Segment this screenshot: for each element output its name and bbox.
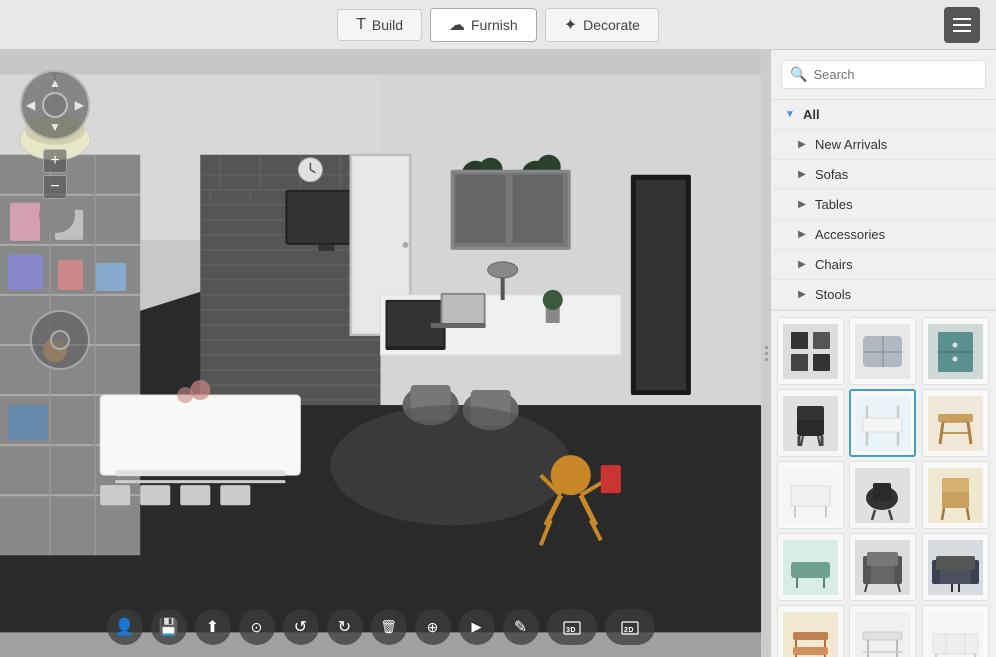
upload-icon: ⬆ xyxy=(206,617,219,637)
category-chairs[interactable]: ▶ Chairs xyxy=(771,250,996,280)
room-scene: ▲ ▼ ◀ ▶ + − xyxy=(0,50,761,657)
furniture-item-12[interactable] xyxy=(922,533,989,601)
furniture-item-4[interactable] xyxy=(777,389,844,457)
category-chairs-label: Chairs xyxy=(815,257,853,272)
category-new-arrivals[interactable]: ▶ New Arrivals xyxy=(771,130,996,160)
svg-text:3D: 3D xyxy=(566,627,576,634)
search-bar: 🔍 xyxy=(771,50,996,100)
category-all-label: All xyxy=(803,107,820,122)
bottom-toolbar: 👤 💾 ⬆ ⊙ ↺ ↻ 🗑 xyxy=(0,609,761,645)
category-tables-label: Tables xyxy=(815,197,853,212)
camera-icon: ⊙ xyxy=(251,619,263,636)
undo-button[interactable]: ↺ xyxy=(283,609,319,645)
furniture-item-9[interactable] xyxy=(922,461,989,529)
category-accessories-arrow: ▶ xyxy=(795,228,809,242)
upload-button[interactable]: ⬆ xyxy=(195,609,231,645)
zoom-out-button[interactable]: − xyxy=(43,175,67,199)
nav-right-arrow[interactable]: ▶ xyxy=(75,98,84,112)
orbit-controls xyxy=(30,310,90,370)
resize-handle[interactable] xyxy=(761,50,771,657)
orbit-center xyxy=(50,330,70,350)
build-label: Build xyxy=(372,17,403,33)
category-tables[interactable]: ▶ Tables xyxy=(771,190,996,220)
furnish-label: Furnish xyxy=(471,17,518,33)
3d-view-button[interactable]: 3D xyxy=(547,609,597,645)
2d-icon: 2D xyxy=(621,618,639,636)
move-in-button[interactable]: ⊕ xyxy=(415,609,451,645)
orbit-ring[interactable] xyxy=(30,310,90,370)
furniture-item-6[interactable] xyxy=(922,389,989,457)
category-new-arrivals-label: New Arrivals xyxy=(815,137,887,152)
build-icon: T xyxy=(356,16,366,34)
search-input-wrap: 🔍 xyxy=(781,60,986,89)
category-sofas-arrow: ▶ xyxy=(795,168,809,182)
redo-button[interactable]: ↻ xyxy=(327,609,363,645)
category-sofas-label: Sofas xyxy=(815,167,848,182)
viewport: ▲ ▼ ◀ ▶ + − xyxy=(0,50,761,657)
furniture-item-2[interactable] xyxy=(849,317,916,385)
play-icon: ▶ xyxy=(472,619,482,635)
furniture-item-5[interactable] xyxy=(849,389,916,457)
edit-button[interactable]: ✎ xyxy=(503,609,539,645)
category-all[interactable]: ▼ All xyxy=(771,100,996,130)
zoom-controls: + − xyxy=(43,148,67,200)
furniture-item-8[interactable] xyxy=(849,461,916,529)
nav-down-arrow[interactable]: ▼ xyxy=(49,120,61,134)
decorate-label: Decorate xyxy=(583,17,640,33)
category-stools[interactable]: ▶ Stools xyxy=(771,280,996,310)
room-svg xyxy=(0,50,761,657)
furniture-item-10[interactable] xyxy=(777,533,844,601)
svg-text:2D: 2D xyxy=(624,627,634,634)
edit-icon: ✎ xyxy=(514,617,527,637)
furniture-item-14[interactable] xyxy=(849,605,916,657)
furniture-item-1[interactable] xyxy=(777,317,844,385)
nav-left-arrow[interactable]: ◀ xyxy=(26,98,35,112)
menu-button[interactable] xyxy=(944,7,980,43)
furnish-icon: ☁ xyxy=(449,15,465,35)
2d-view-button[interactable]: 2D xyxy=(605,609,655,645)
nav-controls: ▲ ▼ ◀ ▶ + − xyxy=(20,70,90,200)
category-tables-arrow: ▶ xyxy=(795,198,809,212)
category-accessories-label: Accessories xyxy=(815,227,885,242)
furniture-item-3[interactable] xyxy=(922,317,989,385)
nav-up-arrow[interactable]: ▲ xyxy=(49,76,61,90)
furniture-item-13[interactable] xyxy=(777,605,844,657)
build-button[interactable]: T Build xyxy=(337,9,422,41)
play-button[interactable]: ▶ xyxy=(459,609,495,645)
decorate-icon: ✦ xyxy=(564,15,577,35)
search-icon: 🔍 xyxy=(790,66,807,83)
category-stools-arrow: ▶ xyxy=(795,288,809,302)
redo-icon: ↻ xyxy=(338,617,351,637)
category-list: ▼ All ▶ New Arrivals ▶ Sofas ▶ Tables ▶ … xyxy=(771,100,996,311)
decorate-button[interactable]: ✦ Decorate xyxy=(545,8,659,42)
main-area: ▲ ▼ ◀ ▶ + − xyxy=(0,50,996,657)
category-new-arrivals-arrow: ▶ xyxy=(795,138,809,152)
delete-icon: 🗑 xyxy=(380,619,397,635)
search-input[interactable] xyxy=(813,67,977,82)
category-accessories[interactable]: ▶ Accessories xyxy=(771,220,996,250)
furniture-grid xyxy=(771,311,996,657)
save-icon: 💾 xyxy=(159,617,179,637)
save-button[interactable]: 💾 xyxy=(151,609,187,645)
right-panel: 🔍 ▼ All ▶ New Arrivals ▶ Sofas ▶ Tables xyxy=(771,50,996,657)
category-chairs-arrow: ▶ xyxy=(795,258,809,272)
furniture-item-7[interactable] xyxy=(777,461,844,529)
compass-ring[interactable]: ▲ ▼ ◀ ▶ xyxy=(20,70,90,140)
category-all-arrow: ▼ xyxy=(783,108,797,122)
furniture-item-11[interactable] xyxy=(849,533,916,601)
camera-button[interactable]: ⊙ xyxy=(239,609,275,645)
top-toolbar: T Build ☁ Furnish ✦ Decorate xyxy=(0,0,996,50)
move-in-icon: ⊕ xyxy=(427,619,439,636)
zoom-in-button[interactable]: + xyxy=(43,149,67,173)
category-stools-label: Stools xyxy=(815,287,851,302)
furniture-item-15[interactable] xyxy=(922,605,989,657)
person-icon: 👤 xyxy=(115,617,135,637)
delete-button[interactable]: 🗑 xyxy=(371,609,407,645)
category-sofas[interactable]: ▶ Sofas xyxy=(771,160,996,190)
undo-icon: ↺ xyxy=(294,617,307,637)
furnish-button[interactable]: ☁ Furnish xyxy=(430,8,537,42)
3d-icon: 3D xyxy=(563,618,581,636)
person-button[interactable]: 👤 xyxy=(107,609,143,645)
